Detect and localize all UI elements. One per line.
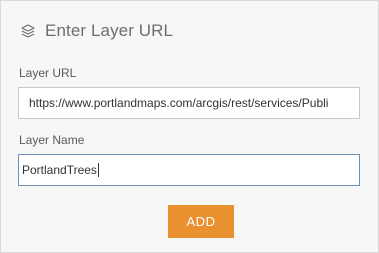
add-layer-panel: Enter Layer URL Layer URL https://www.po… [0,0,379,253]
panel-header: Enter Layer URL [19,19,173,43]
layer-name-value: PortlandTrees [22,163,97,177]
layer-name-input[interactable]: PortlandTrees [18,154,360,186]
add-button[interactable]: ADD [168,205,234,238]
layer-url-label: Layer URL [19,66,77,80]
layer-name-label: Layer Name [19,133,85,147]
text-caret [97,163,99,177]
layers-icon [19,22,37,40]
layer-url-input[interactable]: https://www.portlandmaps.com/arcgis/rest… [18,87,360,119]
panel-title: Enter Layer URL [45,21,174,40]
layer-url-value: https://www.portlandmaps.com/arcgis/rest… [29,96,329,110]
